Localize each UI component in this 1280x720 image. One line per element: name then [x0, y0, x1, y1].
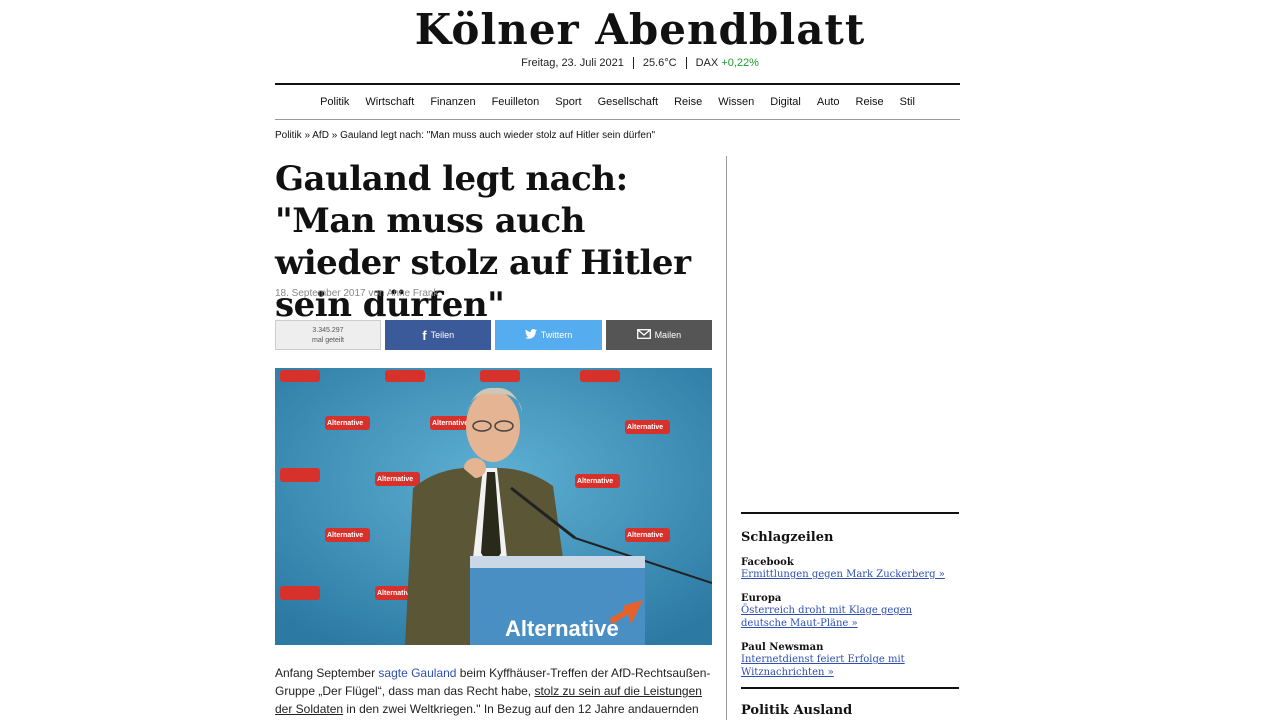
twitter-icon	[524, 329, 537, 341]
header-meta: Freitag, 23. Juli 2021 25.6°C DAX +0,22%	[0, 57, 1280, 70]
sidebar-next-section-title: Politik Ausland	[741, 703, 853, 718]
svg-text:Alternative: Alternative	[627, 424, 663, 431]
headline-category: Facebook	[741, 557, 794, 568]
column-divider	[726, 156, 727, 720]
nav-item-feuilleton[interactable]: Feuilleton	[484, 96, 548, 108]
mail-share-label: Mailen	[654, 330, 682, 340]
speaker-at-podium-image: Alternative Alternative Alternative Alte…	[275, 368, 712, 645]
nav-item-auto[interactable]: Auto	[809, 96, 848, 108]
sidebar-rule	[741, 687, 959, 689]
main-nav: Politik Wirtschaft Finanzen Feuilleton S…	[275, 85, 960, 119]
breadcrumb-politik[interactable]: Politik	[275, 130, 302, 141]
headline-category: Europa	[741, 593, 782, 604]
breadcrumb-afd[interactable]: AfD	[312, 130, 329, 141]
svg-text:Alternative: Alternative	[377, 476, 413, 483]
svg-text:Alternative: Alternative	[627, 532, 663, 539]
svg-text:Alternative: Alternative	[432, 420, 468, 427]
dax-value: +0,22%	[721, 57, 759, 69]
body-text: Anfang September	[275, 666, 379, 680]
facebook-share-label: Teilen	[430, 330, 455, 340]
article-byline: 18. September 2017 von Anne Frank	[275, 288, 439, 299]
svg-text:Alternative: Alternative	[327, 532, 363, 539]
mail-share-button[interactable]: Mailen	[605, 320, 712, 350]
podium-text: Alternative	[505, 616, 619, 641]
mail-icon	[636, 329, 651, 341]
twitter-share-button[interactable]: Twittern	[495, 320, 602, 350]
headline-item: Europa Österreich droht mit Klage gegen …	[741, 593, 959, 630]
headline-category: Paul Newsman	[741, 642, 824, 653]
headline-item: Facebook Ermittlungen gegen Mark Zuckerb…	[741, 557, 959, 581]
sidebar-top-rule	[741, 512, 959, 514]
nav-item-reise[interactable]: Reise	[666, 96, 710, 108]
nav-item-gesellschaft[interactable]: Gesellschaft	[590, 96, 667, 108]
nav-item-reise-2[interactable]: Reise	[848, 96, 892, 108]
share-count-label: mal geteilt	[312, 337, 344, 344]
nav-item-wissen[interactable]: Wissen	[710, 96, 762, 108]
body-text: in den zwei Weltkriegen." In Bezug auf d…	[343, 702, 699, 716]
divider	[685, 57, 687, 70]
facebook-icon: f	[422, 327, 427, 343]
nav-item-wirtschaft[interactable]: Wirtschaft	[357, 96, 422, 108]
nav-item-politik[interactable]: Politik	[312, 96, 357, 108]
svg-text:Alternative: Alternative	[327, 420, 363, 427]
share-count: 3.345.297	[312, 327, 344, 334]
nav-item-sport[interactable]: Sport	[547, 96, 589, 108]
current-date: Freitag, 23. Juli 2021	[521, 57, 624, 69]
sidebar-headlines: Schlagzeilen Facebook Ermittlungen gegen…	[741, 512, 959, 718]
headline-item: Paul Newsman Internetdienst feiert Erfol…	[741, 642, 959, 679]
svg-text:Alternative: Alternative	[577, 478, 613, 485]
headline-link[interactable]: Ermittlungen gegen Mark Zuckerberg »	[741, 568, 959, 581]
nav-item-stil[interactable]: Stil	[892, 96, 923, 108]
headline-link[interactable]: Österreich droht mit Klage gegen deutsch…	[741, 604, 959, 630]
share-counter: 3.345.297 mal geteilt	[275, 320, 381, 350]
divider	[632, 57, 634, 70]
body-link-sagte-gauland[interactable]: sagte Gauland	[378, 666, 456, 680]
nav-item-digital[interactable]: Digital	[762, 96, 809, 108]
masthead: Kölner Abendblatt	[0, 4, 1280, 56]
podium: Alternative	[470, 556, 645, 645]
twitter-share-label: Twittern	[540, 330, 573, 340]
nav-bottom-rule	[275, 119, 960, 120]
dax-label: DAX	[695, 57, 719, 69]
facebook-share-button[interactable]: f Teilen	[385, 320, 492, 350]
site-logo[interactable]: Kölner Abendblatt	[0, 4, 1280, 56]
breadcrumb: Politik » AfD » Gauland legt nach: "Man …	[275, 130, 656, 141]
headline-link[interactable]: Internetdienst feiert Erfolge mit Witzna…	[741, 653, 959, 679]
article-headline: Gauland legt nach: "Man muss auch wieder…	[275, 159, 691, 325]
nav-item-finanzen[interactable]: Finanzen	[422, 96, 483, 108]
share-bar: 3.345.297 mal geteilt f Teilen Twittern …	[275, 320, 712, 350]
article-photo: Alternative Alternative Alternative Alte…	[275, 368, 712, 645]
article-body: Anfang September sagte Gauland beim Kyff…	[275, 664, 715, 718]
temperature: 25.6°C	[642, 57, 677, 69]
breadcrumb-current: Gauland legt nach: "Man muss auch wieder…	[340, 130, 656, 141]
sidebar-title: Schlagzeilen	[741, 530, 834, 545]
